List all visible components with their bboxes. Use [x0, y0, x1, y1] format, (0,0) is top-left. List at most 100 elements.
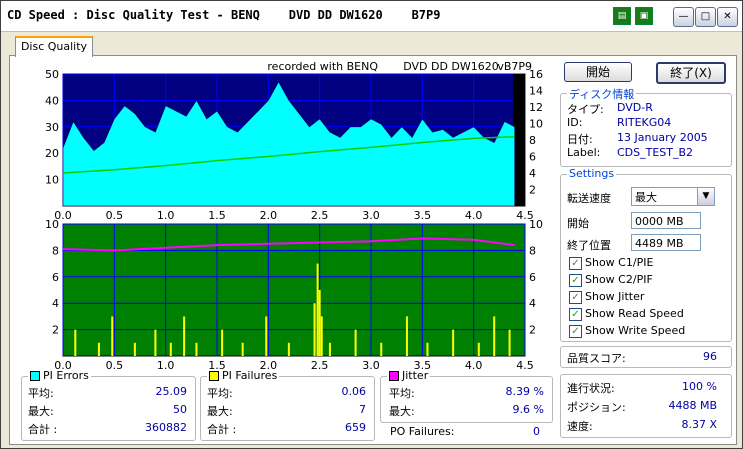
quality-score-group: 品質スコア: 96: [560, 346, 732, 368]
checkbox-label: Show C2/PIF: [585, 273, 653, 286]
pi-failure-bar: [477, 342, 480, 356]
y-tick-label: 4: [52, 297, 59, 310]
speed-key: 速度:: [567, 420, 593, 433]
pi-failure-bar: [265, 316, 268, 356]
y-tick-label: 20: [45, 147, 59, 160]
pi-failures-title: PI Failures: [222, 369, 278, 382]
pi-errors-total: 360882: [145, 421, 187, 434]
jitter-max: 9.6 %: [512, 403, 544, 416]
y2-tick-label: 2: [529, 324, 536, 337]
pi-errors-max: 50: [173, 403, 187, 416]
save-icon[interactable]: ▣: [635, 7, 653, 25]
close-icon[interactable]: ✕: [717, 7, 738, 27]
start-input[interactable]: 0000 MB: [631, 212, 701, 229]
x-tick-label: 4.5: [516, 359, 534, 372]
pi-failures-avg: 0.06: [341, 385, 367, 398]
settings-title: Settings: [567, 167, 617, 180]
pi-failures-box: PI Failures 平均: 0.06 最大: 7 合計 : 659: [200, 369, 375, 441]
show-c1-checkbox[interactable]: ✓: [569, 257, 582, 270]
y-tick-label: 2: [52, 324, 59, 337]
pi-failures-max: 7: [359, 403, 366, 416]
pi-failure-bar: [133, 342, 136, 356]
info-key: ID:: [567, 116, 583, 129]
y-tick-label: 6: [52, 271, 59, 284]
y2-tick-label: 16: [529, 68, 543, 81]
progress-key: 進行状況:: [567, 382, 615, 395]
checkbox-label: Show Write Speed: [585, 324, 686, 337]
stat-label: 合計 :: [207, 423, 237, 436]
x-tick-label: 2.0: [260, 209, 278, 222]
quality-label: 品質スコア:: [567, 352, 626, 365]
x-tick-label: 1.5: [208, 209, 226, 222]
copy-icon[interactable]: ▤: [613, 7, 631, 25]
show-jitter-checkbox[interactable]: ✓: [569, 291, 582, 304]
jitter-avg: 8.39 %: [505, 385, 544, 398]
x-tick-label: 2.5: [311, 209, 329, 222]
y-tick-label: 50: [45, 68, 59, 81]
disc-info-group: ディスク情報 タイプ: DVD-R ID: RITEKG04 日付: 13 Ja…: [560, 86, 732, 167]
stat-label: 最大:: [389, 405, 415, 418]
pi-failure-bar: [74, 329, 77, 356]
pi-errors-title: PI Errors: [43, 369, 89, 382]
pi-failure-bar: [426, 342, 429, 356]
po-failures-value: 0: [533, 425, 540, 438]
maximize-button[interactable]: □: [695, 7, 716, 27]
app-window: CD Speed : Disc Quality Test - BENQ DVD …: [0, 0, 743, 449]
pi-failure-bar: [320, 316, 323, 356]
progress-group: 進行状況: 100 % ポジション: 4488 MB 速度: 8.37 X: [560, 374, 732, 438]
y-tick-label: 10: [45, 174, 59, 187]
pi-failure-bar: [287, 342, 290, 356]
start-label: 開始: [567, 217, 589, 230]
end-label: 終了位置: [567, 239, 611, 252]
jitter-swatch: [389, 371, 399, 381]
pi-failure-bar: [97, 342, 100, 356]
x-tick-label: 0.5: [106, 359, 124, 372]
x-tick-label: 3.5: [414, 209, 432, 222]
position-value: 4488 MB: [668, 399, 717, 412]
end-input[interactable]: 4489 MB: [631, 234, 701, 251]
show-write-speed-checkbox[interactable]: ✓: [569, 325, 582, 338]
pi-failure-bar: [318, 290, 321, 356]
x-tick-label: 4.0: [465, 209, 483, 222]
disc-type: DVD-R: [617, 101, 653, 114]
x-tick-label: 1.0: [157, 359, 175, 372]
pi-errors-box: PI Errors 平均: 25.09 最大: 50 合計 : 360882: [21, 369, 196, 441]
disc-id: RITEKG04: [617, 116, 672, 129]
stat-label: 平均:: [28, 387, 54, 400]
exit-button[interactable]: 終了(X): [656, 62, 726, 84]
pi-failure-bar: [316, 263, 319, 356]
y2-tick-label: 6: [529, 151, 536, 164]
show-read-speed-checkbox[interactable]: ✓: [569, 308, 582, 321]
start-button[interactable]: 開始: [564, 62, 632, 82]
stat-label: 最大:: [207, 405, 233, 418]
pi-failure-bar: [354, 329, 357, 356]
settings-group: Settings 転送速度 最大 ▼ 開始 0000 MB 終了位置 4489 …: [560, 167, 732, 342]
y-tick-label: 8: [52, 244, 59, 257]
info-key: Label:: [567, 146, 601, 159]
x-tick-label: 2.5: [311, 359, 329, 372]
speed-value: 最大: [635, 191, 657, 204]
y2-tick-label: 6: [529, 271, 536, 284]
y2-tick-label: 4: [529, 297, 536, 310]
checkbox-label: Show Jitter: [585, 290, 645, 303]
po-failures-label: PO Failures:: [390, 425, 455, 438]
checkbox-label: Show C1/PIE: [585, 256, 654, 269]
pi-failure-bar: [328, 342, 331, 356]
minimize-button[interactable]: —: [673, 7, 694, 27]
speed-select[interactable]: 最大 ▼: [631, 187, 715, 206]
pi-failure-bar: [241, 342, 244, 356]
y2-tick-label: 2: [529, 184, 536, 197]
info-key: タイプ:: [567, 103, 604, 116]
info-key: 日付:: [567, 133, 593, 146]
x-tick-label: 3.0: [362, 359, 380, 372]
x-tick-label: 4.0: [465, 359, 483, 372]
y-tick-label: 40: [45, 94, 59, 107]
x-tick-label: 3.0: [362, 209, 380, 222]
show-c2-checkbox[interactable]: ✓: [569, 274, 582, 287]
pi-failures-swatch: [209, 371, 219, 381]
drive-label: DVD DD DW1620: [403, 60, 499, 73]
disc-label: CDS_TEST_B2: [617, 146, 694, 159]
chevron-down-icon[interactable]: ▼: [697, 188, 714, 205]
tab-disc-quality[interactable]: Disc Quality: [15, 36, 93, 57]
y2-tick-label: 14: [529, 85, 543, 98]
